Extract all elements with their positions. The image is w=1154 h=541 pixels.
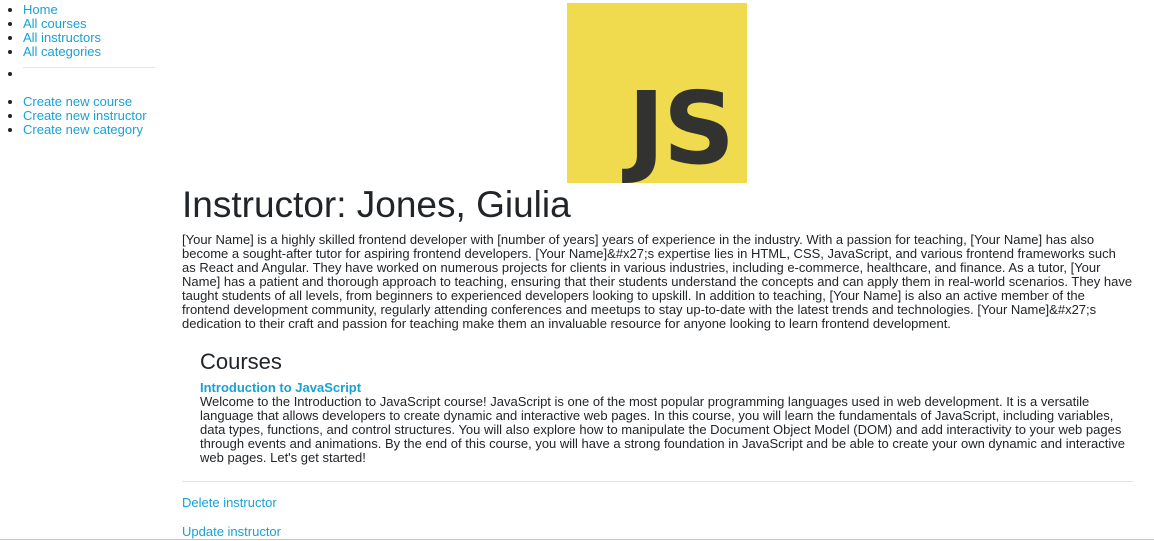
page-title: Instructor: Jones, Giulia xyxy=(182,184,571,225)
section-divider xyxy=(182,481,1133,482)
nav-item-all-courses: All courses xyxy=(23,17,160,31)
all-courses-link[interactable]: All courses xyxy=(23,16,87,31)
create-category-link[interactable]: Create new category xyxy=(23,122,143,137)
nav-item-create-category: Create new category xyxy=(23,123,160,137)
sidebar: Home All courses All instructors All cat… xyxy=(0,0,160,137)
home-link[interactable]: Home xyxy=(23,2,58,17)
nav-item-create-instructor: Create new instructor xyxy=(23,109,160,123)
nav-divider xyxy=(23,67,155,68)
nav-item-all-categories: All categories xyxy=(23,45,160,59)
course-item: Introduction to JavaScript Welcome to th… xyxy=(200,381,1135,465)
bottom-border xyxy=(0,539,1154,540)
nav-item-home: Home xyxy=(23,3,160,17)
javascript-logo: JS xyxy=(567,3,747,183)
courses-heading: Courses xyxy=(200,349,282,374)
logo-text: JS xyxy=(627,70,735,187)
courses-section: Courses Introduction to JavaScript Welco… xyxy=(200,348,1135,465)
all-instructors-link[interactable]: All instructors xyxy=(23,30,101,45)
all-categories-link[interactable]: All categories xyxy=(23,44,101,59)
delete-instructor-link[interactable]: Delete instructor xyxy=(182,495,277,510)
course-link[interactable]: Introduction to JavaScript xyxy=(200,381,1135,395)
instructor-bio: [Your Name] is a highly skilled frontend… xyxy=(182,232,1133,331)
course-description: Welcome to the Introduction to JavaScrip… xyxy=(200,394,1125,465)
update-instructor-link[interactable]: Update instructor xyxy=(182,524,281,539)
main-nav: Home All courses All instructors All cat… xyxy=(0,3,160,107)
nav-divider-item xyxy=(23,67,160,107)
nav-item-all-instructors: All instructors xyxy=(23,31,160,45)
create-instructor-link[interactable]: Create new instructor xyxy=(23,108,147,123)
